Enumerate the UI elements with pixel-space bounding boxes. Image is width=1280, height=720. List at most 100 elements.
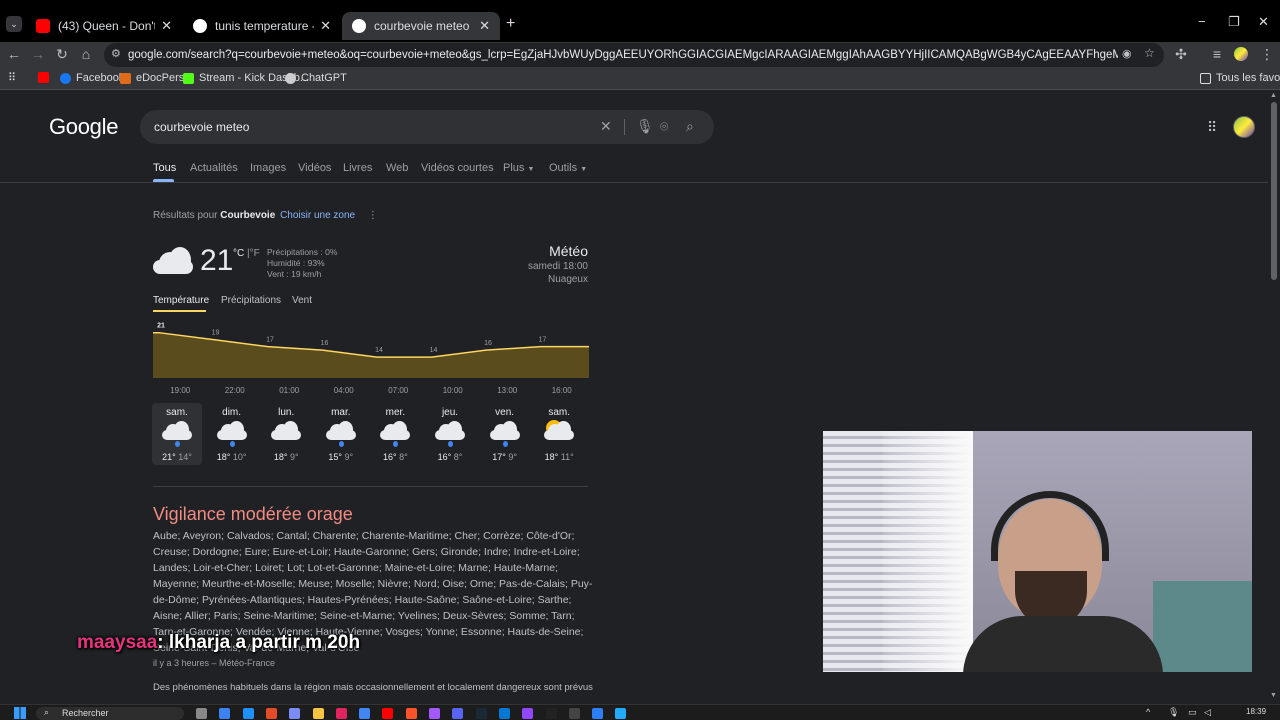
scroll-up-icon[interactable]: ▲ — [1270, 92, 1277, 99]
tab-all[interactable]: Tous — [153, 162, 176, 174]
search-icon[interactable]: ⌕ — [686, 118, 694, 135]
forecast-day[interactable]: sam. 18° 11° — [534, 403, 584, 465]
taskbar-app-icon[interactable] — [475, 708, 487, 719]
tab-courbevoie[interactable]: courbevoie meteo - Recherche ✕ — [342, 12, 500, 40]
location-icon[interactable]: ◉ — [1122, 47, 1132, 60]
taskbar-app-icon[interactable] — [382, 708, 394, 719]
search-box[interactable]: courbevoie meteo ✕ 🎙 ⌾ ⌕ — [140, 110, 714, 144]
tab-more[interactable]: Plus ▼ — [503, 162, 534, 174]
address-bar[interactable]: ⚙ google.com/search?q=courbevoie+meteo&o… — [104, 43, 1164, 67]
clear-icon[interactable]: ✕ — [600, 118, 612, 135]
taskbar-app-icon[interactable] — [335, 708, 347, 719]
taskbar-app-icon[interactable] — [545, 708, 557, 719]
tab-wind[interactable]: Vent — [292, 295, 312, 306]
choose-zone-link[interactable]: Choisir une zone — [280, 210, 355, 221]
network-icon[interactable]: ▭ — [1188, 707, 1197, 718]
tab-web[interactable]: Web — [386, 162, 408, 174]
taskbar-app-icon[interactable] — [568, 708, 580, 719]
search-query[interactable]: courbevoie meteo — [154, 120, 249, 134]
account-avatar[interactable] — [1233, 116, 1255, 138]
tab-news[interactable]: Actualités — [190, 162, 238, 174]
bookmark-star-icon[interactable]: ☆ — [1144, 46, 1155, 60]
tray-chevron-icon[interactable]: ^ — [1146, 707, 1150, 717]
close-tab-icon[interactable]: ✕ — [479, 18, 490, 34]
temperature-area — [153, 332, 589, 378]
forecast-day[interactable]: mer. 16° 8° — [370, 403, 420, 465]
close-tab-icon[interactable]: ✕ — [161, 18, 172, 34]
more-options-icon[interactable]: ⋮ — [368, 210, 378, 221]
taskbar-app-icon[interactable] — [615, 708, 627, 719]
scroll-down-icon[interactable]: ▼ — [1270, 692, 1277, 699]
taskbar-app-icon[interactable] — [498, 708, 510, 719]
temperature-units[interactable]: °C |°F — [233, 248, 260, 259]
tab-precipitation[interactable]: Précipitations — [221, 295, 281, 306]
unit-fahrenheit[interactable]: °F — [250, 248, 260, 259]
volume-icon[interactable]: ◁ — [1204, 707, 1211, 718]
minimize-icon[interactable]: − — [1198, 14, 1206, 29]
bookmark-edocperso[interactable]: eDocPerso — [120, 72, 190, 84]
taskbar-app-icon[interactable] — [196, 708, 207, 719]
chat-message: : lkharja a partir m 20h — [157, 632, 361, 653]
alert-description: Des phénomènes habituels dans la région … — [153, 682, 593, 693]
back-icon[interactable]: ← — [5, 46, 23, 62]
forecast-day[interactable]: mar. 15° 9° — [316, 403, 366, 465]
taskbar-clock[interactable]: 18:39 — [1246, 707, 1266, 716]
tab-images[interactable]: Images — [250, 162, 286, 174]
taskbar-app-icon[interactable] — [219, 708, 231, 719]
tab-search-button[interactable]: ⌄ — [6, 16, 22, 32]
reload-icon[interactable]: ↻ — [53, 46, 71, 63]
all-bookmarks[interactable]: Tous les favoris — [1200, 72, 1280, 84]
taskbar-app-icon[interactable] — [429, 708, 440, 719]
menu-icon[interactable]: ⋮ — [1258, 46, 1276, 63]
forecast-day[interactable]: sam. 21° 14° — [152, 403, 202, 465]
taskbar-app-icon[interactable] — [265, 708, 277, 719]
alert-title[interactable]: Vigilance modérée orage — [153, 504, 353, 525]
tab-tunis[interactable]: tunis temperature - Recherche ✕ — [183, 12, 341, 40]
tab-videos[interactable]: Vidéos — [298, 162, 331, 174]
profile-avatar[interactable] — [1234, 47, 1248, 61]
apps-icon[interactable]: ⠿ — [8, 71, 16, 84]
taskbar-app-icon[interactable] — [242, 708, 254, 719]
taskbar-app-icon[interactable] — [359, 708, 371, 719]
forecast-day[interactable]: ven. 17° 9° — [480, 403, 530, 465]
taskbar-search[interactable]: ⌕ Rechercher — [36, 707, 184, 720]
google-logo[interactable]: Google — [49, 114, 118, 140]
reading-list-icon[interactable]: ≡ — [1208, 46, 1226, 62]
home-icon[interactable]: ⌂ — [77, 46, 95, 62]
unit-celsius[interactable]: °C — [233, 248, 244, 259]
close-window-icon[interactable]: ✕ — [1258, 14, 1269, 30]
forecast-temps: 16° 8° — [425, 452, 475, 462]
windows-start-icon[interactable] — [14, 707, 26, 719]
new-tab-button[interactable]: + — [506, 15, 515, 33]
tab-books[interactable]: Livres — [343, 162, 372, 174]
bed — [1153, 581, 1252, 672]
taskbar-app-icon[interactable] — [405, 708, 417, 719]
scrollbar-thumb[interactable] — [1271, 102, 1277, 280]
forecast-day[interactable]: dim. 18° 10° — [207, 403, 257, 465]
tab-tools[interactable]: Outils ▼ — [549, 162, 587, 174]
bookmark-youtube[interactable] — [38, 72, 54, 83]
microphone-icon[interactable]: 🎙 — [636, 118, 654, 135]
tab-short-videos[interactable]: Vidéos courtes — [421, 162, 494, 174]
tab-temperature[interactable]: Température — [153, 295, 209, 306]
forecast-day[interactable]: lun. 18° 9° — [261, 403, 311, 465]
extensions-icon[interactable]: ✣ — [1172, 46, 1190, 63]
bookmark-facebook[interactable]: Facebook — [60, 72, 124, 84]
bookmark-chatgpt[interactable]: ChatGPT — [285, 72, 347, 84]
tab-youtube[interactable]: (43) Queen - Don't Stop Me ✕ — [26, 12, 182, 40]
taskbar-app-icon[interactable] — [312, 708, 324, 719]
taskbar-app-icon[interactable] — [592, 708, 604, 719]
mic-tray-icon[interactable]: 🎙 — [1168, 707, 1179, 718]
taskbar-app-icon[interactable] — [289, 708, 301, 719]
maximize-icon[interactable]: ❐ — [1228, 14, 1240, 30]
taskbar-app-icon[interactable] — [452, 708, 464, 719]
close-tab-icon[interactable]: ✕ — [320, 18, 331, 34]
forward-icon[interactable]: → — [29, 46, 47, 62]
lens-icon[interactable]: ⌾ — [660, 118, 668, 135]
forecast-day[interactable]: jeu. 16° 8° — [425, 403, 475, 465]
bookmarks-bar: ⠿ Facebook eDocPerso Stream - Kick Dashb… — [0, 68, 1280, 90]
google-apps-icon[interactable]: ⠿ — [1207, 119, 1217, 136]
tab-strip: ⌄ (43) Queen - Don't Stop Me ✕ tunis tem… — [0, 0, 1280, 42]
site-info-icon[interactable]: ⚙ — [111, 47, 121, 60]
taskbar-app-icon[interactable] — [522, 708, 534, 719]
